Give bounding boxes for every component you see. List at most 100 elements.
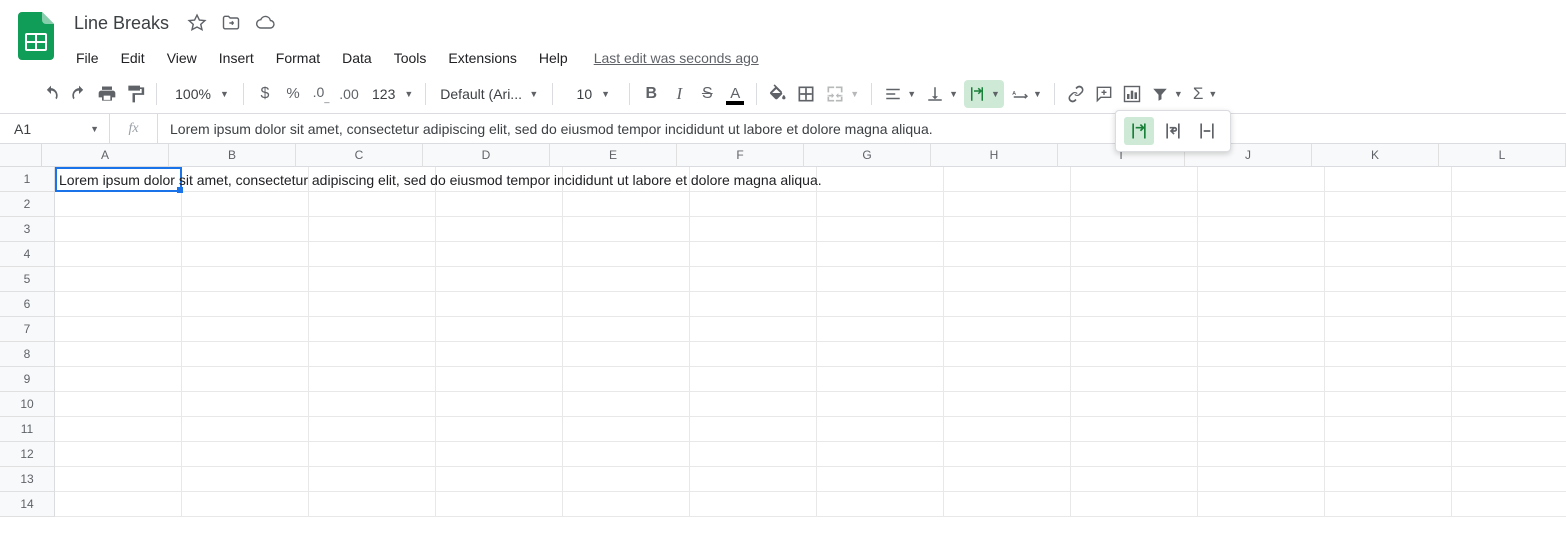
- cell-K9[interactable]: [1325, 367, 1452, 392]
- cell-G11[interactable]: [817, 417, 944, 442]
- cell-E10[interactable]: [563, 392, 690, 417]
- cell-A5[interactable]: [55, 267, 182, 292]
- column-header-L[interactable]: L: [1439, 144, 1566, 167]
- cell-C8[interactable]: [309, 342, 436, 367]
- cell-E8[interactable]: [563, 342, 690, 367]
- bold-button[interactable]: B: [638, 80, 664, 108]
- cell-D9[interactable]: [436, 367, 563, 392]
- cell-J13[interactable]: [1198, 467, 1325, 492]
- cell-A14[interactable]: [55, 492, 182, 517]
- cell-F10[interactable]: [690, 392, 817, 417]
- menu-file[interactable]: File: [68, 46, 107, 70]
- cell-G7[interactable]: [817, 317, 944, 342]
- cell-L1[interactable]: [1452, 167, 1566, 192]
- cell-F6[interactable]: [690, 292, 817, 317]
- cell-H12[interactable]: [944, 442, 1071, 467]
- wrap-wrap-option[interactable]: [1158, 117, 1188, 145]
- cell-B11[interactable]: [182, 417, 309, 442]
- cell-B6[interactable]: [182, 292, 309, 317]
- cell-C5[interactable]: [309, 267, 436, 292]
- cell-B8[interactable]: [182, 342, 309, 367]
- cell-J2[interactable]: [1198, 192, 1325, 217]
- cell-L2[interactable]: [1452, 192, 1566, 217]
- cell-I12[interactable]: [1071, 442, 1198, 467]
- decrease-decimal-button[interactable]: .0_: [308, 80, 334, 108]
- row-header-14[interactable]: 14: [0, 492, 55, 517]
- cell-H5[interactable]: [944, 267, 1071, 292]
- cell-J6[interactable]: [1198, 292, 1325, 317]
- cell-C11[interactable]: [309, 417, 436, 442]
- last-edit-link[interactable]: Last edit was seconds ago: [594, 50, 759, 66]
- row-header-4[interactable]: 4: [0, 242, 55, 267]
- row-header-13[interactable]: 13: [0, 467, 55, 492]
- menu-insert[interactable]: Insert: [211, 46, 262, 70]
- cell-F2[interactable]: [690, 192, 817, 217]
- column-header-H[interactable]: H: [931, 144, 1058, 167]
- cell-B12[interactable]: [182, 442, 309, 467]
- cell-C14[interactable]: [309, 492, 436, 517]
- cell-H4[interactable]: [944, 242, 1071, 267]
- cell-I10[interactable]: [1071, 392, 1198, 417]
- doc-title[interactable]: Line Breaks: [68, 11, 175, 36]
- italic-button[interactable]: I: [666, 80, 692, 108]
- menu-view[interactable]: View: [159, 46, 205, 70]
- select-all-corner[interactable]: [0, 144, 42, 167]
- cell-E3[interactable]: [563, 217, 690, 242]
- redo-button[interactable]: [66, 80, 92, 108]
- cell-H2[interactable]: [944, 192, 1071, 217]
- cell-C3[interactable]: [309, 217, 436, 242]
- vertical-align-dropdown[interactable]: ▼: [922, 80, 962, 108]
- font-size-dropdown[interactable]: 10▼: [561, 80, 621, 108]
- cell-E1[interactable]: [563, 167, 690, 192]
- row-header-1[interactable]: 1: [0, 167, 55, 192]
- column-header-F[interactable]: F: [677, 144, 804, 167]
- cell-B3[interactable]: [182, 217, 309, 242]
- cell-J5[interactable]: [1198, 267, 1325, 292]
- cell-A4[interactable]: [55, 242, 182, 267]
- cell-F14[interactable]: [690, 492, 817, 517]
- cell-B9[interactable]: [182, 367, 309, 392]
- menu-help[interactable]: Help: [531, 46, 576, 70]
- cell-J12[interactable]: [1198, 442, 1325, 467]
- menu-extensions[interactable]: Extensions: [440, 46, 524, 70]
- percent-button[interactable]: %: [280, 80, 306, 108]
- cell-K7[interactable]: [1325, 317, 1452, 342]
- cell-H11[interactable]: [944, 417, 1071, 442]
- cell-C4[interactable]: [309, 242, 436, 267]
- cell-K12[interactable]: [1325, 442, 1452, 467]
- cell-I7[interactable]: [1071, 317, 1198, 342]
- cell-C1[interactable]: [309, 167, 436, 192]
- cell-H10[interactable]: [944, 392, 1071, 417]
- cell-F5[interactable]: [690, 267, 817, 292]
- cell-A10[interactable]: [55, 392, 182, 417]
- cell-E11[interactable]: [563, 417, 690, 442]
- cell-C2[interactable]: [309, 192, 436, 217]
- column-header-E[interactable]: E: [550, 144, 677, 167]
- cell-B5[interactable]: [182, 267, 309, 292]
- cell-K11[interactable]: [1325, 417, 1452, 442]
- cell-I2[interactable]: [1071, 192, 1198, 217]
- row-header-7[interactable]: 7: [0, 317, 55, 342]
- cell-C13[interactable]: [309, 467, 436, 492]
- insert-link-button[interactable]: [1063, 80, 1089, 108]
- cell-I13[interactable]: [1071, 467, 1198, 492]
- cell-B4[interactable]: [182, 242, 309, 267]
- cell-E9[interactable]: [563, 367, 690, 392]
- cell-C7[interactable]: [309, 317, 436, 342]
- cell-D10[interactable]: [436, 392, 563, 417]
- increase-decimal-button[interactable]: .00: [336, 80, 362, 108]
- row-header-8[interactable]: 8: [0, 342, 55, 367]
- cell-C9[interactable]: [309, 367, 436, 392]
- cell-H14[interactable]: [944, 492, 1071, 517]
- cell-A3[interactable]: [55, 217, 182, 242]
- move-folder-icon[interactable]: [219, 11, 243, 35]
- cell-H7[interactable]: [944, 317, 1071, 342]
- number-format-dropdown[interactable]: 123▼: [364, 80, 417, 108]
- cell-L10[interactable]: [1452, 392, 1566, 417]
- cell-K13[interactable]: [1325, 467, 1452, 492]
- cell-D13[interactable]: [436, 467, 563, 492]
- cell-E6[interactable]: [563, 292, 690, 317]
- cell-G1[interactable]: [817, 167, 944, 192]
- cell-A9[interactable]: [55, 367, 182, 392]
- row-header-2[interactable]: 2: [0, 192, 55, 217]
